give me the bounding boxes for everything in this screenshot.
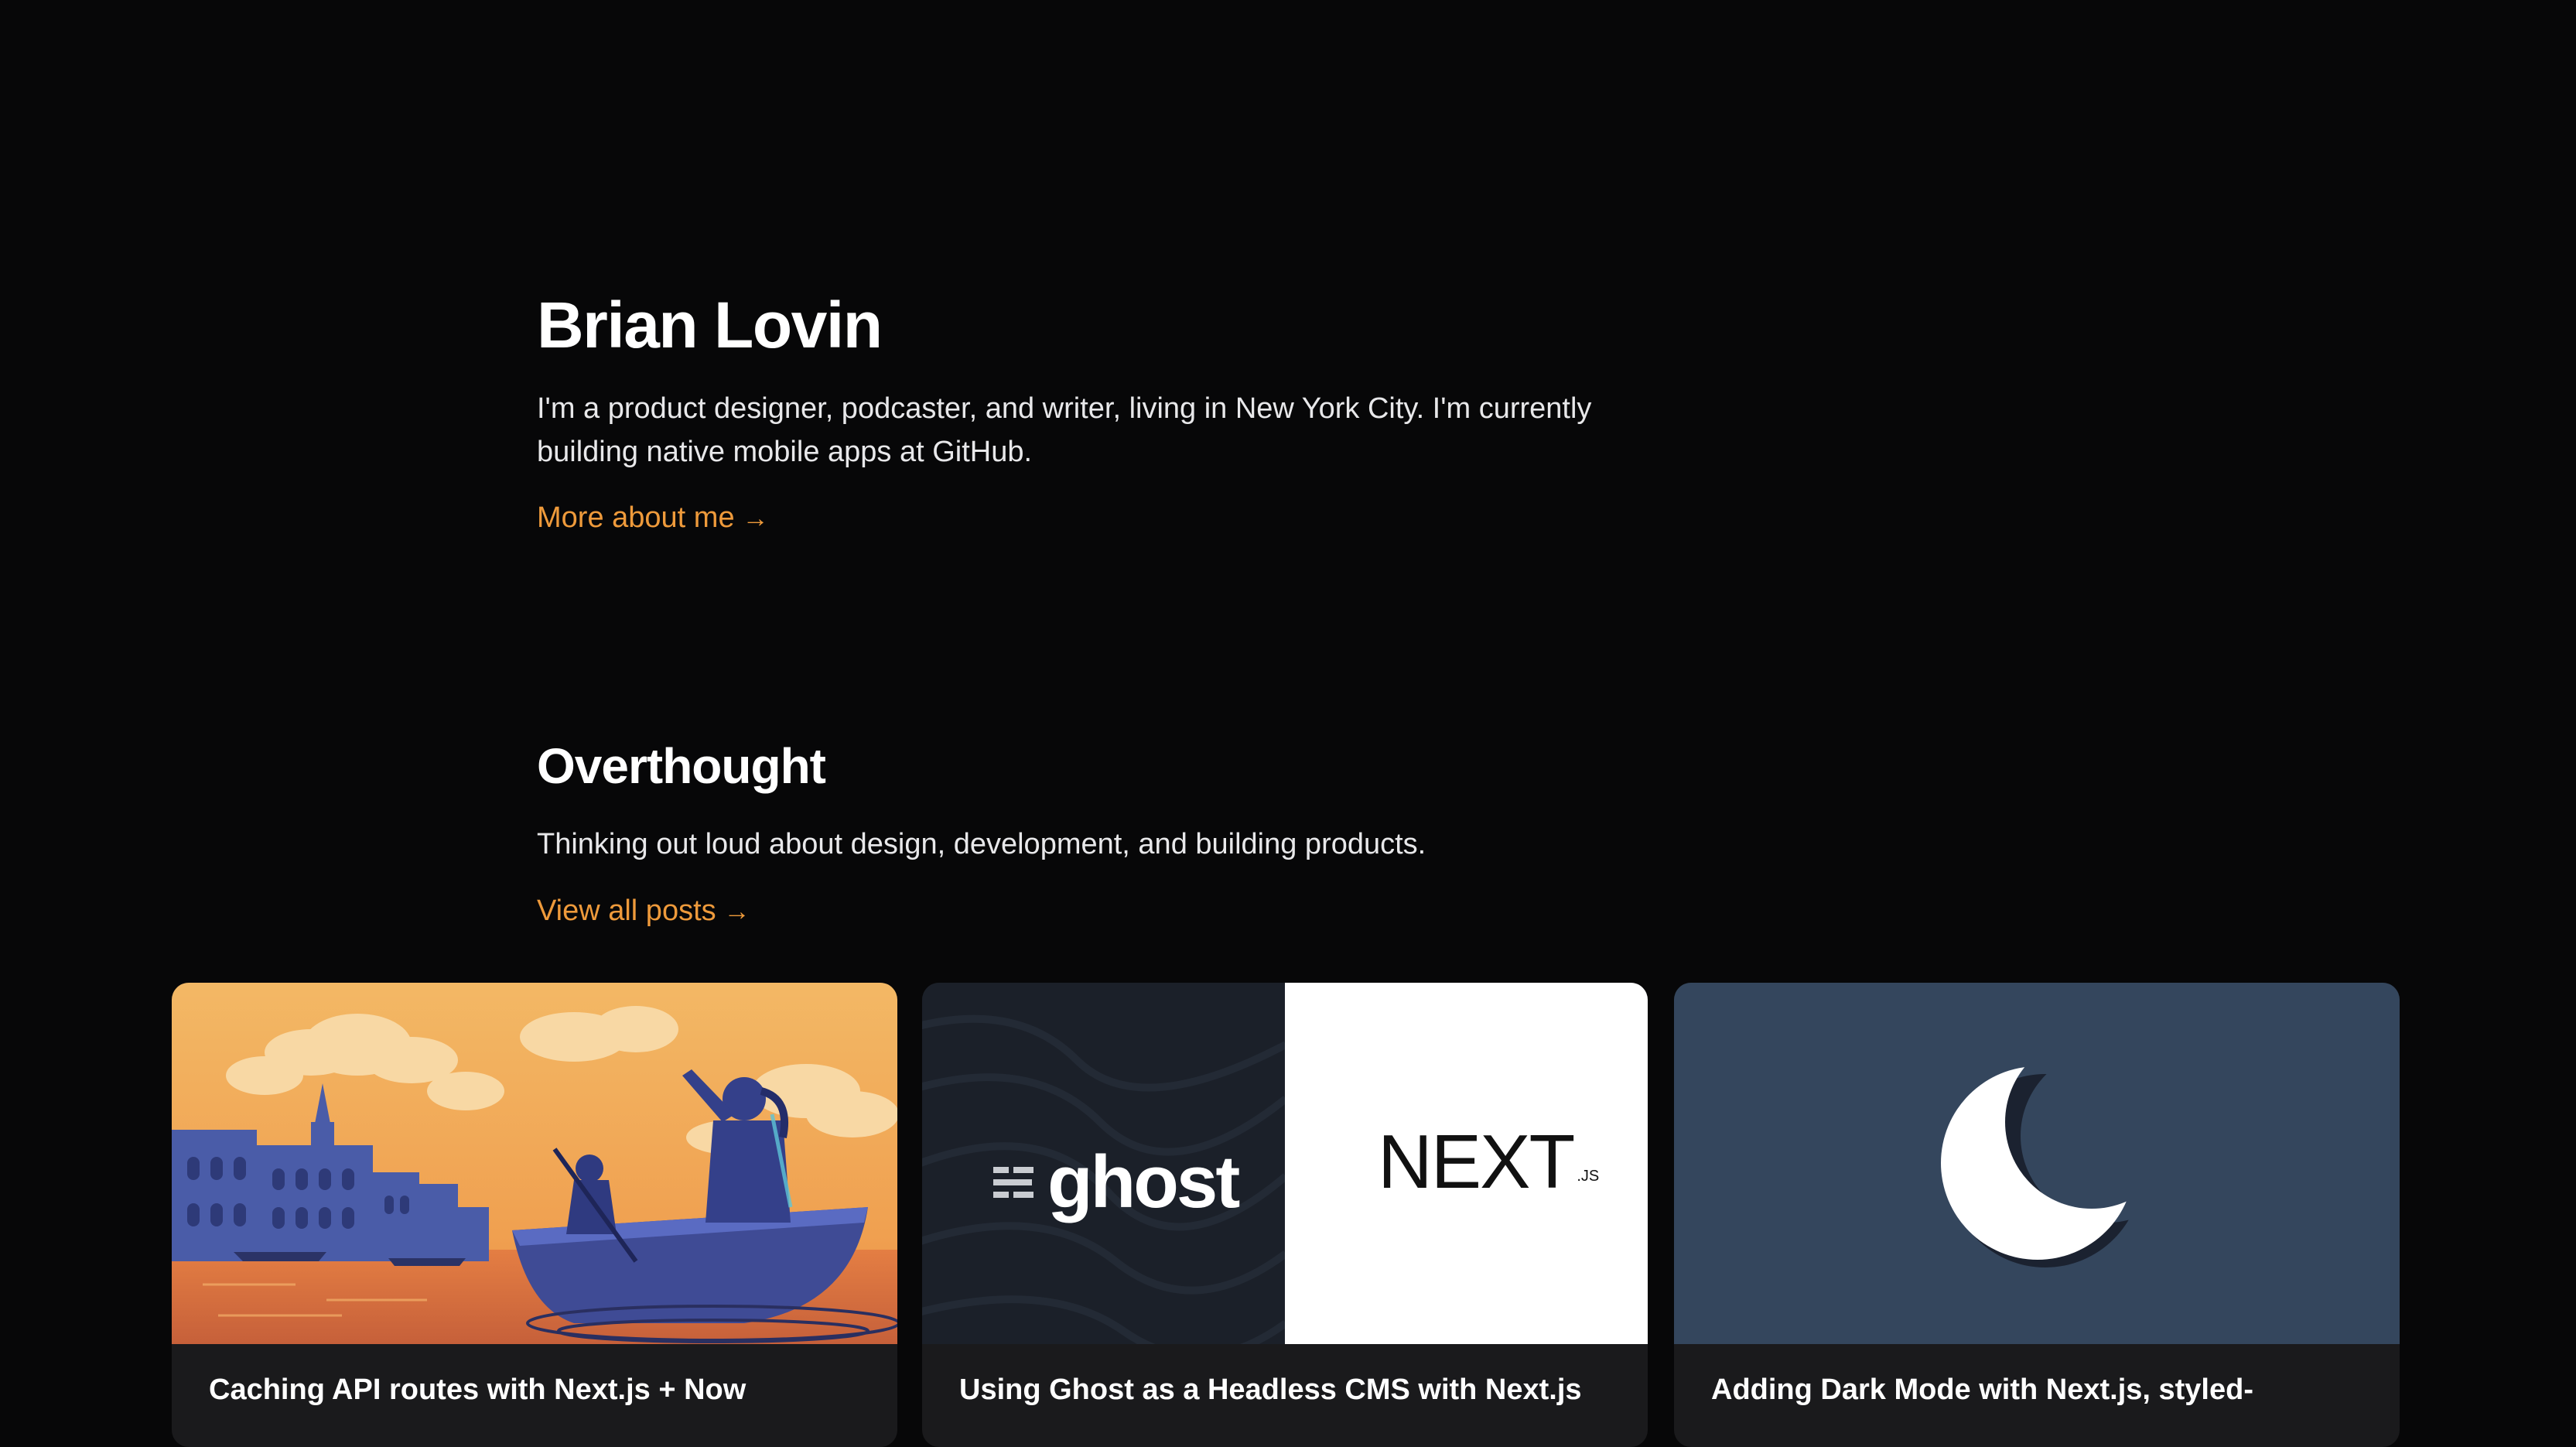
nextjs-suffix: .JS [1577,1168,1600,1185]
post-title: Adding Dark Mode with Next.js, styled- [1711,1373,2253,1406]
more-about-me-link[interactable]: More about me → [537,498,769,538]
post-card-caching[interactable]: Caching API routes with Next.js + Now [172,983,897,1447]
view-all-posts-label: View all posts [537,895,716,927]
ghost-panel: ghost [922,983,1285,1344]
post-card-dark-mode[interactable]: Adding Dark Mode with Next.js, styled- [1674,983,2400,1447]
ghost-nextjs-logos: ghost NEXT .JS [922,983,1648,1344]
more-about-me-label: More about me [537,501,735,534]
arrow-right-icon: → [742,504,769,533]
nextjs-panel: NEXT .JS [1285,983,1648,1344]
view-all-posts-link[interactable]: View all posts → [537,891,750,931]
moon-icon [1941,1066,2142,1267]
post-title: Caching API routes with Next.js + Now [209,1373,746,1406]
author-bio: I'm a product designer, podcaster, and w… [537,392,1592,468]
blog-title: Overthought [537,738,826,794]
blog-description: Thinking out loud about design, developm… [537,828,1426,860]
venice-boat-illustration [172,983,897,1344]
ghost-logo: ghost [993,1141,1240,1223]
post-title: Using Ghost as a Headless CMS with Next.… [959,1373,1582,1406]
author-name: Brian Lovin [537,289,883,361]
ghost-wordmark: ghost [1047,1141,1240,1223]
arrow-right-icon: → [723,897,750,926]
nextjs-logo: NEXT .JS [1378,1124,1599,1199]
crescent-moon-image [1674,983,2400,1344]
post-card-ghost-nextjs[interactable]: ghost NEXT .JS Using Ghost as a Headless… [922,983,1648,1447]
post-cards: Caching API routes with Next.js + Now gh… [172,983,2400,1447]
nextjs-wordmark: NEXT [1378,1119,1575,1204]
ghost-icon [993,1167,1033,1198]
